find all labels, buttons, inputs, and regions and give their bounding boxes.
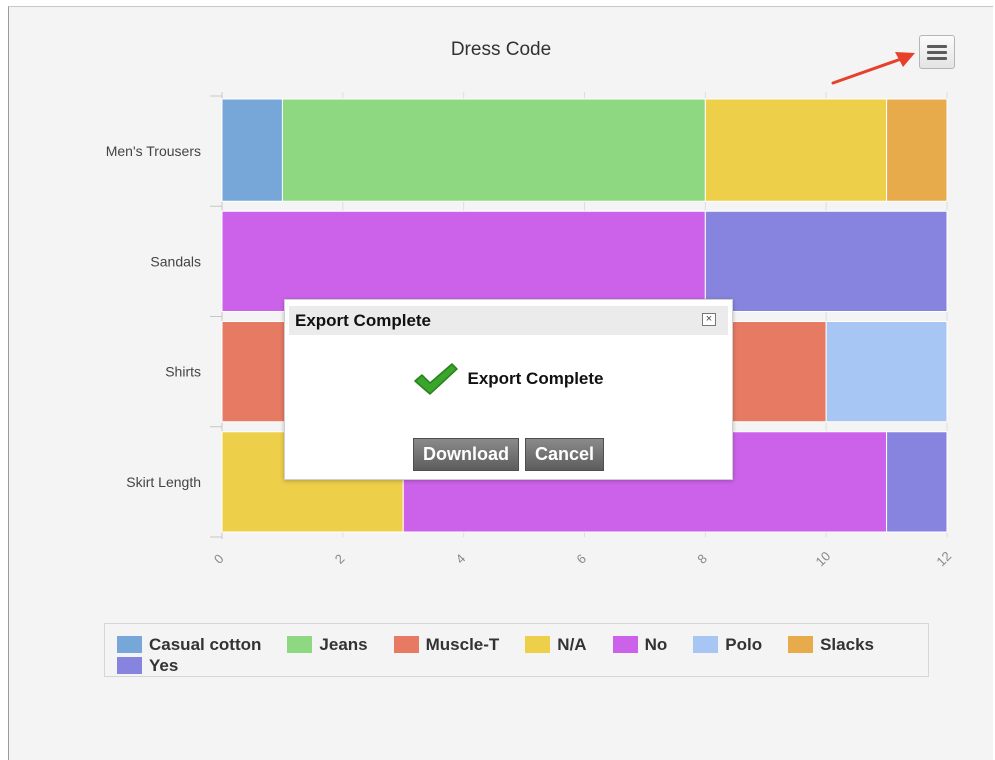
legend-label: Muscle-T [425, 634, 500, 654]
legend-item[interactable]: Muscle-T [393, 634, 500, 655]
legend-item[interactable]: Slacks [788, 634, 874, 655]
legend-item[interactable]: Jeans [287, 634, 368, 655]
dialog-buttons: Download Cancel [285, 438, 732, 471]
y-tick-label: Men's Trousers [106, 143, 201, 159]
legend-label: Jeans [319, 634, 368, 654]
bar-segment [221, 98, 283, 202]
legend-swatch [693, 636, 719, 653]
x-tick-label: 8 [694, 551, 710, 567]
close-icon[interactable]: × [702, 313, 716, 326]
x-tick-label: 12 [933, 548, 954, 569]
bar-segment [221, 210, 706, 312]
download-button[interactable]: Download [412, 438, 519, 471]
legend-label: Polo [725, 634, 763, 654]
legend-item[interactable]: N/A [525, 634, 587, 655]
legend-item[interactable]: Casual cotton [117, 634, 261, 655]
bar-segment [281, 98, 706, 202]
y-tick-label: Skirt Length [126, 474, 201, 490]
legend-swatch [117, 636, 142, 653]
x-tick-label: 0 [211, 551, 227, 567]
legend-item[interactable]: No [612, 634, 668, 655]
chart-legend: Casual cotton Jeans Muscle-T N/A No Polo Slack… [104, 623, 929, 677]
bar-segment [825, 321, 948, 423]
x-tick-label: 4 [453, 551, 469, 567]
legend-label: No [644, 634, 668, 654]
export-complete-dialog: Export Complete × Export Complete Downlo… [284, 299, 733, 480]
y-tick-label: Shirts [165, 364, 201, 380]
bar-segment [886, 98, 948, 202]
dialog-header: Export Complete × [289, 306, 728, 335]
legend-swatch [788, 636, 814, 653]
chart-menu-button[interactable] [919, 35, 955, 69]
legend-label: Casual cotton [149, 634, 262, 654]
dialog-title: Export Complete [295, 310, 432, 330]
check-icon [414, 363, 459, 395]
legend-swatch [117, 657, 142, 674]
legend-swatch [287, 636, 313, 653]
legend-item[interactable]: Polo [693, 634, 762, 655]
legend-swatch [612, 636, 638, 653]
legend-swatch [393, 636, 419, 653]
legend-label: N/A [557, 634, 587, 654]
red-arrow-icon [831, 52, 915, 85]
bar-segment [704, 98, 888, 202]
dialog-message: Export Complete [467, 369, 604, 388]
bar-segment [886, 431, 948, 533]
legend-item[interactable]: Yes [117, 655, 178, 676]
legend-label: Yes [149, 655, 179, 675]
dialog-body: Export Complete [285, 362, 732, 396]
x-tick-label: 2 [332, 551, 348, 567]
x-tick-label: 10 [813, 548, 834, 569]
hamburger-menu-icon [927, 42, 947, 63]
cancel-button[interactable]: Cancel [524, 438, 605, 471]
legend-label: Slacks [820, 634, 874, 654]
x-tick-label: 6 [573, 551, 589, 567]
y-tick-label: Sandals [150, 253, 201, 269]
legend-swatch [525, 636, 551, 653]
bar-segment [704, 210, 948, 312]
